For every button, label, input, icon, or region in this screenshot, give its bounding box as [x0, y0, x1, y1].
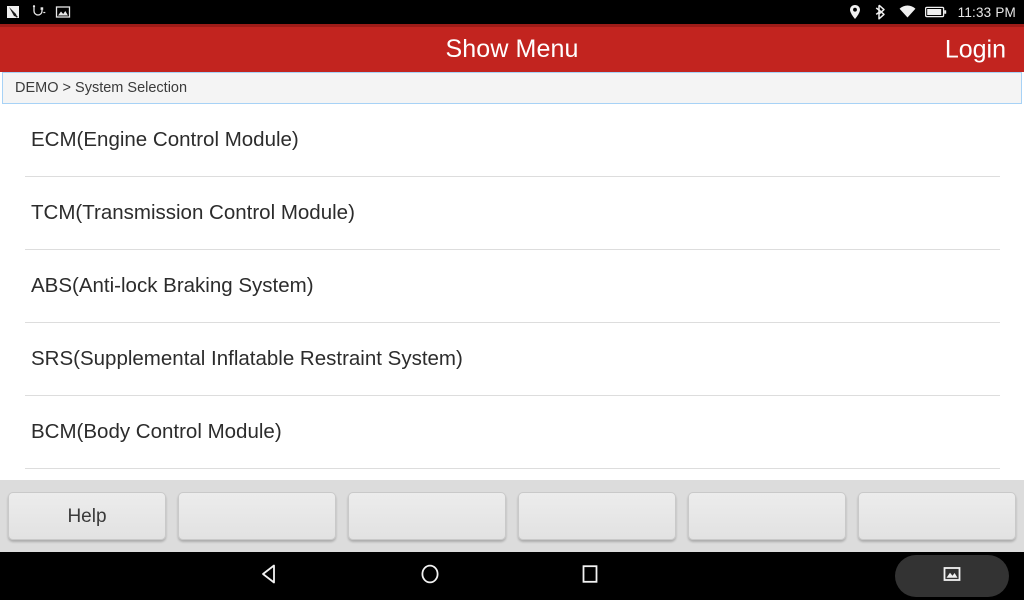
login-button[interactable]: Login: [945, 37, 1006, 62]
tray-button-2[interactable]: [178, 492, 336, 540]
wifi-icon: [899, 4, 916, 21]
home-circle-icon: [419, 563, 441, 590]
list-item-label: SRS(Supplemental Inflatable Restraint Sy…: [31, 347, 463, 371]
list-item-label: TCM(Transmission Control Module): [31, 201, 355, 225]
app-header-bar: Show Menu Login: [0, 24, 1024, 72]
tray-button-4[interactable]: [518, 492, 676, 540]
back-button[interactable]: [190, 552, 350, 600]
list-item[interactable]: TCM(Transmission Control Module): [0, 177, 1024, 250]
breadcrumb-text: DEMO > System Selection: [15, 79, 188, 96]
breadcrumb-container: DEMO > System Selection: [0, 72, 1024, 104]
list-item[interactable]: ABS(Anti-lock Braking System): [0, 250, 1024, 323]
screenshot-button[interactable]: [895, 555, 1009, 597]
list-item-label: BCM(Body Control Module): [31, 420, 282, 444]
bluetooth-icon: [873, 4, 890, 21]
list-item[interactable]: SRS(Supplemental Inflatable Restraint Sy…: [0, 323, 1024, 396]
list-item[interactable]: ECM(Engine Control Module): [0, 104, 1024, 177]
home-button[interactable]: [350, 552, 510, 600]
list-item[interactable]: BCM(Body Control Module): [0, 396, 1024, 469]
device-screen: 11:33 PM Show Menu Login DEMO > System S…: [0, 0, 1024, 600]
list-item-label: ABS(Anti-lock Braking System): [31, 274, 314, 298]
tray-button-5[interactable]: [688, 492, 846, 540]
screenshot-image-icon: [941, 563, 963, 590]
screenshot-capture-icon: [4, 4, 21, 21]
status-bar-left-icons: [4, 4, 71, 21]
bottom-button-tray: Help: [0, 480, 1024, 552]
tray-button-label: Help: [67, 505, 107, 527]
recents-button[interactable]: [510, 552, 670, 600]
battery-icon: [924, 4, 947, 21]
status-bar-clock: 11:33 PM: [957, 4, 1016, 20]
recents-square-icon: [579, 563, 601, 590]
android-navigation-bar: [0, 552, 1024, 600]
tray-button-6[interactable]: [858, 492, 1016, 540]
android-status-bar: 11:33 PM: [0, 0, 1024, 24]
system-selection-list[interactable]: ECM(Engine Control Module) TCM(Transmiss…: [0, 104, 1024, 480]
status-bar-right-icons: 11:33 PM: [847, 4, 1016, 21]
back-triangle-icon: [259, 563, 281, 590]
tray-button-3[interactable]: [348, 492, 506, 540]
help-button[interactable]: Help: [8, 492, 166, 540]
breadcrumb[interactable]: DEMO > System Selection: [2, 72, 1022, 104]
usb-diagnostic-icon: [29, 4, 46, 21]
page-title: Show Menu: [445, 35, 579, 63]
list-item-label: ECM(Engine Control Module): [31, 128, 299, 152]
location-pin-icon: [847, 4, 864, 21]
image-gallery-icon: [54, 4, 71, 21]
